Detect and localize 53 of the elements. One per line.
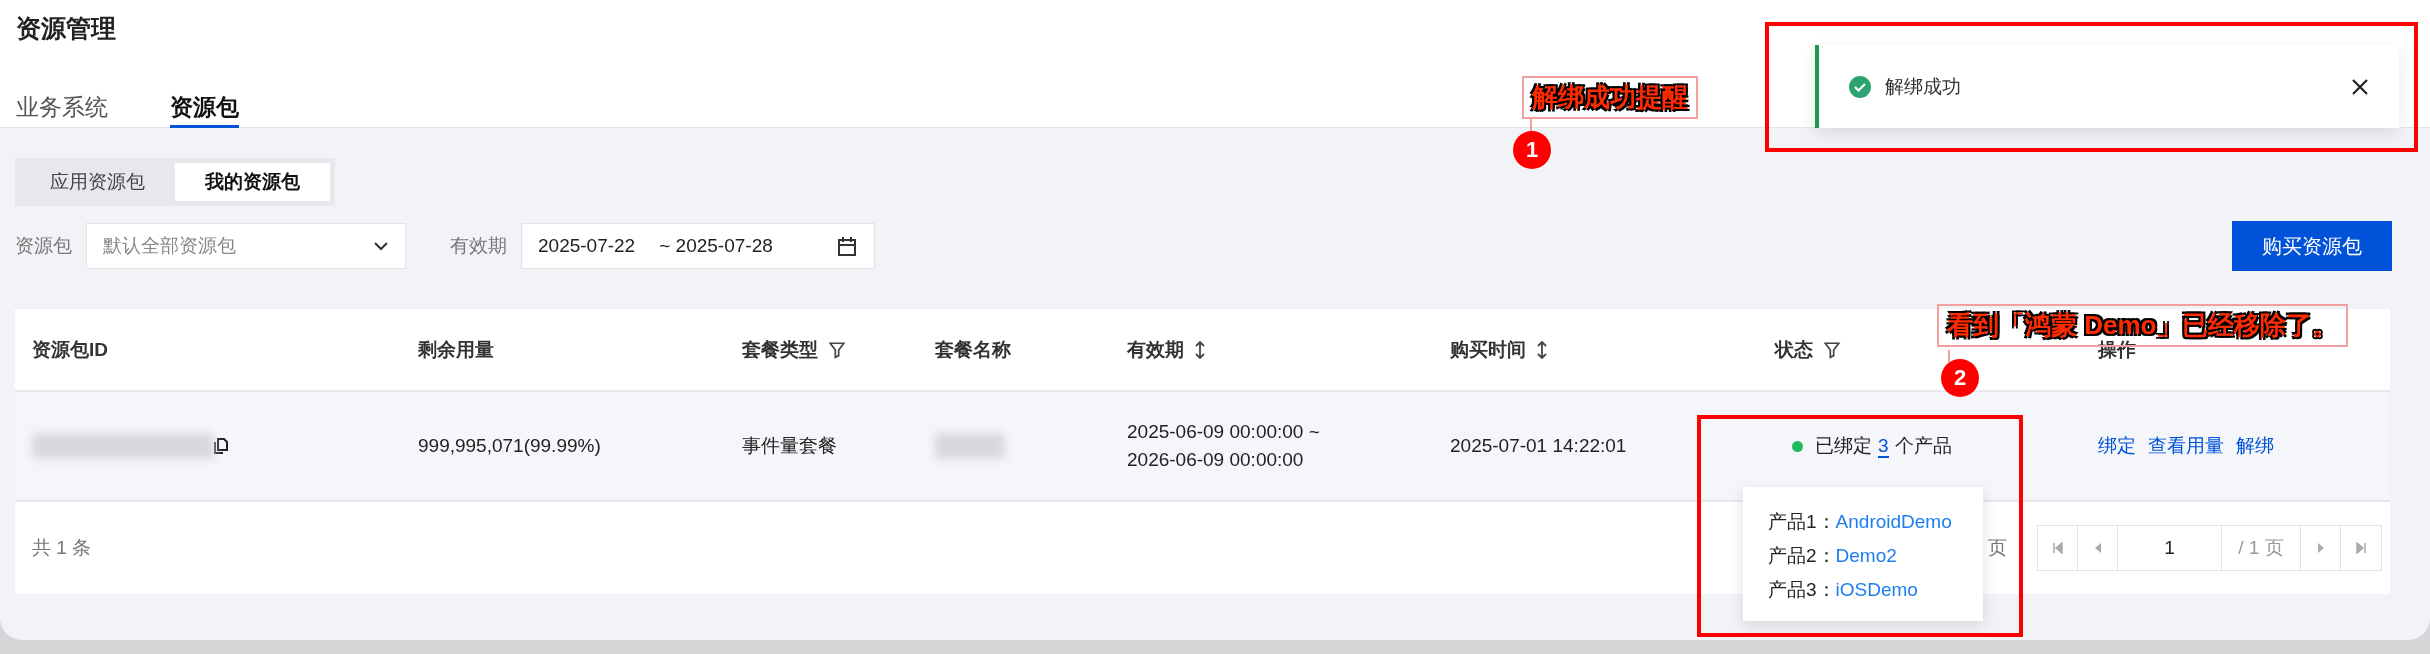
status-text: 已绑定 3 个产品 xyxy=(1815,434,1952,459)
product-label: 产品2： xyxy=(1768,544,1836,568)
action-link[interactable]: 解绑 xyxy=(2236,433,2274,459)
table-cell-text: 2026-06-09 00:00:00 xyxy=(1127,449,1305,471)
close-button[interactable] xyxy=(2351,77,2369,96)
table-cell-text: 2025-06-09 00:00:00 ~ xyxy=(1127,421,1321,443)
sort-icon[interactable] xyxy=(1194,339,1206,360)
filter-icon[interactable] xyxy=(1823,340,1841,359)
column-header: 资源包ID xyxy=(32,337,108,362)
column-header: 购买时间 xyxy=(1450,337,1526,362)
toast-message: 解绑成功 xyxy=(1885,74,1962,99)
last-page-icon xyxy=(2355,542,2367,554)
first-page-icon xyxy=(2051,542,2064,554)
page-input[interactable]: 1 xyxy=(2118,526,2222,570)
annotation-label: 解绑成功提醒 xyxy=(1522,76,1698,119)
chevron-down-icon xyxy=(373,241,389,251)
tab[interactable]: 业务系统 xyxy=(16,92,108,128)
total-count: 共 1 条 xyxy=(32,536,92,560)
package-select[interactable]: 默认全部资源包 xyxy=(86,223,406,269)
copy-icon[interactable] xyxy=(214,438,228,454)
filter-label: 资源包 xyxy=(15,234,72,258)
product-label: 产品1： xyxy=(1768,510,1836,534)
product-link[interactable]: AndroidDemo xyxy=(1835,511,1952,533)
filter-icon[interactable] xyxy=(828,340,846,359)
check-circle-icon xyxy=(1849,75,1871,98)
calendar-icon xyxy=(836,235,858,257)
count-link[interactable]: 3 xyxy=(1878,435,1889,458)
column-header: 套餐类型 xyxy=(742,337,818,362)
column-header: 有效期 xyxy=(1127,337,1184,362)
leader-line xyxy=(1948,350,1950,362)
table-cell: 999,995,071(99.99%) xyxy=(418,435,601,457)
blurred-text xyxy=(935,433,1005,459)
table-cell: 2025-07-01 14:22:01 xyxy=(1450,435,1627,457)
product-link[interactable]: Demo2 xyxy=(1835,545,1897,567)
buy-button[interactable]: 购买资源包 xyxy=(2232,221,2392,271)
column-header: 套餐名称 xyxy=(935,337,1011,362)
action-link[interactable]: 查看用量 xyxy=(2148,433,2224,459)
pages-text: 页 xyxy=(1988,536,2007,560)
next-icon xyxy=(2315,542,2326,554)
page-title: 资源管理 xyxy=(16,13,117,44)
segment-option[interactable]: 我的资源包 xyxy=(175,163,330,201)
date-range-field[interactable]: 2025-07-22 ~ 2025-07-28 xyxy=(521,223,875,269)
page-total: / 1 页 xyxy=(2222,526,2301,570)
product-link[interactable]: iOSDemo xyxy=(1835,579,1918,601)
table-cell-text: 事件量套餐 xyxy=(742,434,837,458)
product-label: 产品3： xyxy=(1768,578,1836,602)
sort-icon[interactable] xyxy=(1536,339,1548,360)
filter-label: 有效期 xyxy=(450,234,507,258)
column-header: 状态 xyxy=(1775,337,1813,362)
segment-option[interactable]: 应用资源包 xyxy=(20,163,175,201)
column-header: 剩余用量 xyxy=(418,337,494,362)
action-link[interactable]: 绑定 xyxy=(2098,433,2136,459)
tab[interactable]: 资源包 xyxy=(170,92,239,128)
